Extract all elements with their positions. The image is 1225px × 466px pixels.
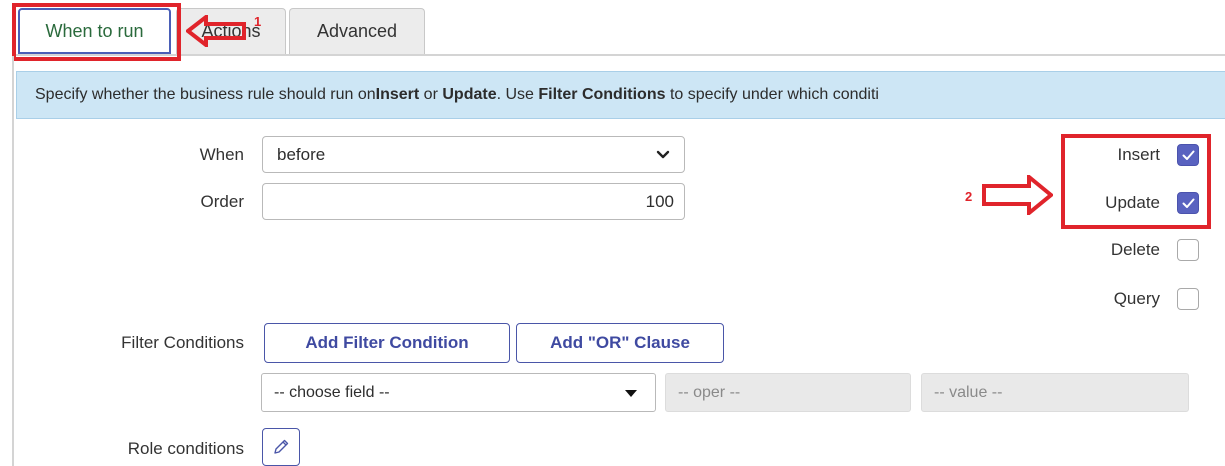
annotation-number-2: 2: [965, 189, 973, 204]
button-label: Add Filter Condition: [305, 333, 469, 352]
annotation-arrow-left-icon: [186, 15, 246, 47]
value-placeholder: -- value --: [934, 383, 1003, 401]
annotation-box-tab: [12, 3, 181, 61]
button-label: Add "OR" Clause: [550, 333, 690, 352]
tab-bar: When to run Actions Advanced: [0, 0, 1225, 56]
info-bold-update: Update: [442, 86, 497, 103]
annotation-number-1: 1: [254, 14, 262, 29]
info-bold-filter: Filter Conditions: [538, 86, 666, 103]
tab-advanced[interactable]: Advanced: [289, 8, 425, 54]
add-or-clause-button[interactable]: Add "OR" Clause: [516, 323, 724, 363]
chevron-down-icon: [656, 150, 670, 159]
operator-select[interactable]: -- oper --: [665, 373, 911, 412]
filter-conditions-label: Filter Conditions: [121, 333, 244, 352]
info-bold-insert: Insert: [375, 86, 420, 103]
add-filter-condition-button[interactable]: Add Filter Condition: [264, 323, 510, 363]
info-text-4: to specify under which conditi: [665, 86, 879, 103]
delete-label: Delete: [1110, 240, 1160, 259]
info-text-1: Specify whether the business rule should…: [35, 86, 376, 103]
when-select[interactable]: before: [262, 136, 685, 173]
tab-divider: [14, 54, 1225, 56]
operator-placeholder: -- oper --: [678, 383, 741, 401]
pencil-icon: [274, 439, 289, 454]
order-input[interactable]: 100: [262, 183, 685, 220]
caret-down-icon: [625, 390, 637, 397]
info-text-2: or: [419, 86, 443, 103]
tab-label: Advanced: [316, 21, 398, 41]
query-label: Query: [1113, 289, 1160, 308]
panel-border: [12, 56, 14, 466]
info-message: Specify whether the business rule should…: [16, 71, 1225, 119]
annotation-arrow-right-icon: [982, 175, 1053, 215]
choose-field-select[interactable]: -- choose field --: [261, 373, 656, 412]
value-input[interactable]: -- value --: [921, 373, 1189, 412]
order-label: Order: [200, 192, 244, 211]
role-conditions-label: Role conditions: [127, 439, 244, 458]
order-value: 100: [645, 191, 674, 211]
choose-field-text: -- choose field --: [274, 383, 390, 401]
query-checkbox[interactable]: [1177, 288, 1199, 310]
when-label: When: [199, 145, 244, 164]
annotation-box-checkboxes: [1061, 134, 1211, 229]
delete-checkbox[interactable]: [1177, 239, 1199, 261]
when-value: before: [277, 144, 326, 164]
info-text-3: . Use: [496, 86, 539, 103]
edit-role-conditions-button[interactable]: [262, 428, 300, 466]
